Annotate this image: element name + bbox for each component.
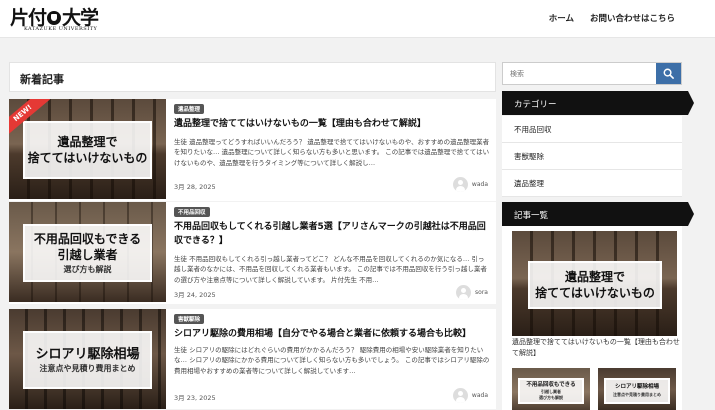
search-icon [663,68,674,79]
search-box [502,62,682,85]
article-title[interactable]: 遺品整理で捨ててはいけないもの一覧【理由も合わせて解説】 [174,118,492,132]
thumbnail-line-1: 遺品整理で [564,269,625,284]
thumbnail-line-2: 捨ててはいけないもの [27,151,148,165]
search-button[interactable] [656,63,681,84]
category-badge[interactable]: 遺品整理 [174,104,205,114]
recent-widget-heading: 記事一覧 [502,202,694,226]
thumbnail-line-2: 捨ててはいけないもの [535,286,655,300]
article-card[interactable]: 遺品整理で 捨ててはいけないもの NEW! 遺品整理 遺品整理で捨ててはいけない… [9,99,496,201]
main-nav: ホーム お問い合わせはこちら [549,12,675,24]
article-excerpt: 生徒 不用品回収もしてくれる引っ越し業者ってどこ？ どんな不用品を回収してくれる… [174,255,487,284]
article-thumbnail[interactable]: 不用品回収もできる 引越し業者 選び方も解説 [9,202,166,302]
author-name: sora [475,289,488,296]
article-date: 3月 24, 2025 [174,291,216,299]
thumbnail-subline: 注意点や見積り費用まとめ [613,391,661,397]
thumbnail-subline: 選び方も解説 [63,263,112,274]
article-excerpt: 生徒 シロアリの駆除にはどれぐらいの費用がかかるんだろう？ 駆除費用の相場や安い… [174,346,490,375]
recent-posts: 遺品整理で 捨ててはいけないもの 遺品整理で捨ててはいけないもの一覧【理由も合わ… [502,226,682,410]
nav-home[interactable]: ホーム [549,12,574,24]
avatar [452,388,468,403]
category-item-fuyouhin[interactable]: 不用品回収 [502,116,682,143]
avatar [456,285,472,300]
thumbnail-line-1: 不用品回収もできる [526,381,576,388]
avatar [452,177,468,192]
main-content: 新着記事 遺品整理で 捨ててはいけないもの NEW! 遺品整理 遺品整理で捨てて… [9,62,496,410]
article-excerpt: 生徒 遺品整理ってどうすればいいんだろう？ 遺品整理で捨ててはいけないものや、お… [174,138,490,167]
category-list: 不用品回収 害獣駆除 遺品整理 [502,116,682,197]
category-item-ihin[interactable]: 遺品整理 [502,170,682,197]
recent-post-thumbnail[interactable]: 遺品整理で 捨ててはいけないもの [512,231,677,336]
logo-emblem-icon [47,11,62,25]
section-title: 新着記事 [9,62,496,92]
article-thumbnail[interactable]: 遺品整理で 捨ててはいけないもの NEW! [9,99,166,199]
category-widget-heading: カテゴリー [502,91,694,115]
article-author: sora [456,285,488,300]
article-body: 不用品回収 不用品回収もしてくれる引越し業者5選【アリさんマークの引越社は不用品… [174,202,492,302]
article-body: 害獣駆除 シロアリ駆除の費用相場【自分でやる場合と業者に依頼する場合も比較】 生… [174,309,492,409]
thumbnail-subline: 選び方も解説 [539,394,563,400]
article-author: wada [452,388,488,403]
category-item-gaijuu[interactable]: 害獣駆除 [502,143,682,170]
thumbnail-line-1: シロアリ駆除相場 [614,384,659,391]
thumbnail-caption: シロアリ駆除相場 注意点や見積り費用まとめ [23,331,152,389]
author-name: wada [471,392,488,399]
logo-subtitle: KATAZUKE UNIVERSITY [24,26,98,32]
article-thumbnail[interactable]: シロアリ駆除相場 注意点や見積り費用まとめ [9,309,166,409]
article-title[interactable]: シロアリ駆除の費用相場【自分でやる場合と業者に依頼する場合も比較】 [174,328,492,342]
article-author: wada [452,177,488,192]
article-card[interactable]: シロアリ駆除相場 注意点や見積り費用まとめ 害獣駆除 シロアリ駆除の費用相場【自… [9,309,496,409]
thumbnail-caption: 不用品回収もできる 引越し業者 選び方も解説 [518,378,584,404]
thumbnail-line-2: 引越し業者 [57,248,118,263]
thumbnail-caption: 遺品整理で 捨ててはいけないもの [23,121,152,179]
thumbnail-line-1: 不用品回収もできる [33,232,142,247]
thumbnail-caption: 不用品回収もできる 引越し業者 選び方も解説 [23,224,152,282]
author-name: wada [471,181,488,188]
category-badge[interactable]: 害獣駆除 [174,314,205,324]
recent-post-mini-thumbnail[interactable]: シロアリ駆除相場 注意点や見積り費用まとめ [598,368,676,410]
site-logo[interactable]: 片付 大学 KATAZUKE UNIVERSITY [10,3,110,35]
article-date: 3月 28, 2025 [174,183,216,191]
recent-post-mini-thumbnail[interactable]: 不用品回収もできる 引越し業者 選び方も解説 [512,368,590,410]
thumbnail-caption: 遺品整理で 捨ててはいけないもの [528,261,662,309]
article-card[interactable]: 不用品回収もできる 引越し業者 選び方も解説 不用品回収 不用品回収もしてくれる… [9,202,496,304]
thumbnail-line-1: 遺品整理で [57,134,118,149]
article-title[interactable]: 不用品回収もしてくれる引越し業者5選【アリさんマークの引越社は不用品回収できる？… [174,221,492,249]
recent-post-title[interactable]: 遺品整理で捨ててはいけないもの一覧【理由も合わせて解説】 [512,337,680,358]
search-input[interactable] [503,63,656,84]
site-header: 片付 大学 KATAZUKE UNIVERSITY ホーム お問い合わせはこちら [0,0,715,38]
thumbnail-line-1: シロアリ駆除相場 [35,346,140,362]
thumbnail-caption: シロアリ駆除相場 注意点や見積り費用まとめ [604,378,670,404]
article-body: 遺品整理 遺品整理で捨ててはいけないもの一覧【理由も合わせて解説】 生徒 遺品整… [174,99,492,199]
category-badge[interactable]: 不用品回収 [174,207,210,217]
nav-contact[interactable]: お問い合わせはこちら [590,12,675,24]
thumbnail-subline: 注意点や見積り費用まとめ [39,363,136,374]
article-date: 3月 23, 2025 [174,394,216,402]
